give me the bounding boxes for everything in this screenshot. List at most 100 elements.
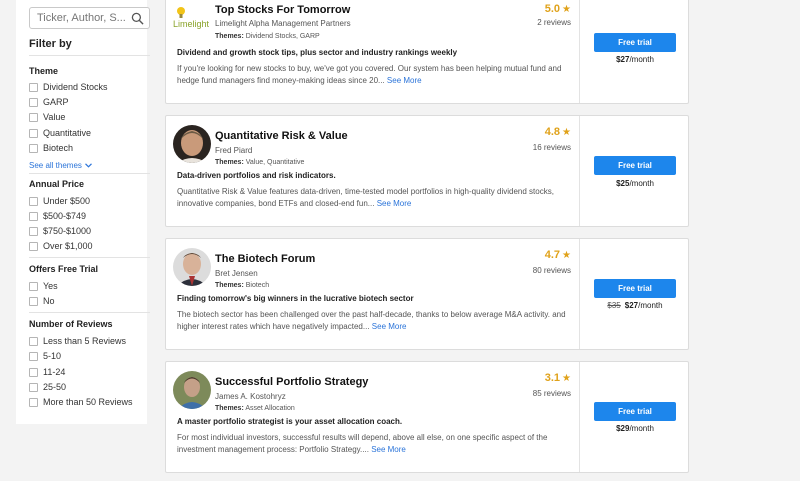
annual-price-section-title: Annual Price (29, 179, 85, 189)
theme-option-dividend-stocks[interactable]: Dividend Stocks (29, 81, 108, 93)
card-rating: 3.1 ★ (544, 372, 571, 384)
theme-option-quantitative[interactable]: Quantitative (29, 127, 91, 139)
card-author[interactable]: James A. Kostohryz (215, 392, 286, 401)
see-more-link[interactable]: See More (387, 76, 422, 85)
card-description: Quantitative Risk & Value features data-… (177, 187, 554, 208)
card-title[interactable]: Successful Portfolio Strategy (215, 376, 368, 388)
card-pricing: Free trial $29/month (579, 362, 689, 472)
free-trial-option-yes[interactable]: Yes (29, 280, 58, 292)
card-content: Quantitative Risk & Value Fred Piard The… (166, 116, 579, 226)
card-rating: 4.8 ★ (544, 126, 571, 138)
checkbox[interactable] (29, 211, 38, 221)
card-description: If you're looking for new stocks to buy,… (177, 64, 562, 85)
card-rating: 4.7 ★ (544, 249, 571, 261)
checkbox[interactable] (29, 241, 38, 251)
card-author[interactable]: Fred Piard (215, 146, 252, 155)
card-description: For most individual investors, successfu… (177, 433, 548, 454)
card-pricing: Free trial $25/month (579, 116, 689, 226)
card-title[interactable]: Quantitative Risk & Value (215, 130, 348, 142)
free-trial-button[interactable]: Free trial (594, 402, 676, 421)
service-card[interactable]: Quantitative Risk & Value Fred Piard The… (165, 115, 689, 227)
search-icon[interactable] (131, 12, 144, 25)
card-title[interactable]: The Biotech Forum (215, 253, 315, 265)
card-author[interactable]: Limelight Alpha Management Partners (215, 19, 351, 28)
service-card[interactable]: Limelight Top Stocks For Tomorrow Limeli… (165, 0, 689, 104)
search-input[interactable] (30, 8, 130, 28)
star-icon: ★ (562, 3, 571, 15)
price-option-750-1000[interactable]: $750-$1000 (29, 225, 91, 237)
card-pricing: Free trial $35 $27/month (579, 239, 689, 349)
card-description: The biotech sector has been challenged o… (177, 310, 566, 331)
see-more-link[interactable]: See More (372, 322, 407, 331)
reviews-section-title: Number of Reviews (29, 319, 113, 329)
card-review-count: 2 reviews (537, 18, 571, 27)
price-option-500-749[interactable]: $500-$749 (29, 210, 86, 222)
card-content: The Biotech Forum Bret Jensen Themes: Bi… (166, 239, 579, 349)
checkbox[interactable] (29, 112, 38, 122)
checkbox[interactable] (29, 128, 38, 138)
card-review-count: 16 reviews (532, 143, 571, 152)
divider (29, 173, 150, 174)
star-icon: ★ (562, 372, 571, 384)
star-icon: ★ (562, 249, 571, 261)
chevron-down-icon (84, 163, 92, 168)
card-themes: Themes: Biotech (215, 282, 270, 289)
theme-option-garp[interactable]: GARP (29, 96, 69, 108)
see-more-link[interactable]: See More (371, 445, 406, 454)
card-author[interactable]: Bret Jensen (215, 269, 258, 278)
service-card[interactable]: The Biotech Forum Bret Jensen Themes: Bi… (165, 238, 689, 350)
reviews-option-25-50[interactable]: 25-50 (29, 381, 66, 393)
checkbox[interactable] (29, 296, 38, 306)
free-trial-option-no[interactable]: No (29, 295, 55, 307)
divider (29, 55, 150, 56)
author-avatar (173, 125, 211, 163)
price-option-over-1000[interactable]: Over $1,000 (29, 240, 93, 252)
free-trial-button[interactable]: Free trial (594, 156, 676, 175)
free-trial-button[interactable]: Free trial (594, 279, 676, 298)
see-all-themes-link[interactable]: See all themes (29, 161, 92, 170)
limelight-logo: Limelight (172, 5, 214, 37)
checkbox[interactable] (29, 226, 38, 236)
free-trial-section-title: Offers Free Trial (29, 264, 99, 274)
reviews-option-more-than-50[interactable]: More than 50 Reviews (29, 396, 133, 408)
card-themes: Themes: Value, Quantitative (215, 159, 305, 166)
card-themes: Themes: Dividend Stocks, GARP (215, 33, 320, 40)
checkbox[interactable] (29, 382, 38, 392)
divider (29, 257, 150, 258)
see-more-link[interactable]: See More (377, 199, 412, 208)
checkbox[interactable] (29, 143, 38, 153)
checkbox[interactable] (29, 281, 38, 291)
star-icon: ★ (562, 126, 571, 138)
original-price: $35 (607, 301, 621, 310)
card-headline: Finding tomorrow's big winners in the lu… (177, 294, 414, 303)
theme-option-biotech[interactable]: Biotech (29, 142, 73, 154)
checkbox[interactable] (29, 97, 38, 107)
card-title[interactable]: Top Stocks For Tomorrow (215, 4, 350, 16)
reviews-option-11-24[interactable]: 11-24 (29, 366, 65, 378)
card-content: Successful Portfolio Strategy James A. K… (166, 362, 579, 472)
checkbox[interactable] (29, 397, 38, 407)
card-review-count: 85 reviews (532, 389, 571, 398)
checkbox[interactable] (29, 196, 38, 206)
theme-section-title: Theme (29, 66, 59, 76)
checkbox[interactable] (29, 82, 38, 92)
card-price: $35 $27/month (607, 301, 663, 310)
free-trial-button[interactable]: Free trial (594, 33, 676, 52)
card-headline: A master portfolio strategist is your as… (177, 417, 403, 426)
checkbox[interactable] (29, 367, 38, 377)
checkbox[interactable] (29, 351, 38, 361)
svg-text:Limelight: Limelight (173, 19, 210, 29)
search-box[interactable] (29, 7, 150, 29)
card-content: Limelight Top Stocks For Tomorrow Limeli… (166, 0, 579, 103)
theme-option-value[interactable]: Value (29, 111, 65, 123)
checkbox[interactable] (29, 336, 38, 346)
card-price: $29/month (616, 424, 654, 433)
card-review-count: 80 reviews (532, 266, 571, 275)
reviews-option-less-than-5[interactable]: Less than 5 Reviews (29, 335, 126, 347)
card-rating: 5.0 ★ (544, 3, 571, 15)
service-card[interactable]: Successful Portfolio Strategy James A. K… (165, 361, 689, 473)
price-option-under-500[interactable]: Under $500 (29, 195, 90, 207)
card-price: $27/month (616, 55, 654, 64)
reviews-option-5-10[interactable]: 5-10 (29, 350, 61, 362)
divider (29, 312, 150, 313)
